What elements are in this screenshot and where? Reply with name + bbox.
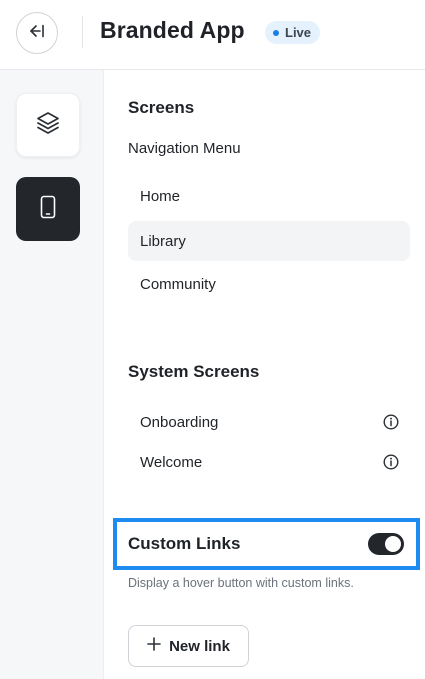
arrow-left-bar-icon [28,24,46,43]
custom-links-toggle[interactable] [368,533,404,555]
info-icon[interactable] [382,453,400,471]
mobile-icon [40,195,56,224]
new-link-button[interactable]: New link [128,625,249,667]
status-badge-label: Live [285,25,312,40]
system-item-onboarding[interactable]: Onboarding [128,404,410,440]
live-dot-icon [273,29,279,36]
sidebar-rail [0,70,104,679]
page-title: Branded App [100,17,245,43]
screens-panel: Screens Navigation Menu Home Library Com… [104,70,425,679]
system-item-label: Welcome [140,453,203,471]
status-badge: Live [265,21,321,44]
nav-item-home[interactable]: Home [128,176,410,216]
info-icon[interactable] [382,413,400,431]
header-divider [82,16,83,48]
layers-icon [35,110,61,141]
system-screens-section-title: System Screens [128,362,260,381]
navigation-menu-label: Navigation Menu [128,140,241,157]
nav-item-community[interactable]: Community [128,264,410,304]
sidebar-item-layers[interactable] [16,93,80,157]
plus-icon [147,637,161,655]
toggle-knob [385,536,401,552]
custom-links-row: Custom Links [113,518,420,570]
custom-links-helper-text: Display a hover button with custom links… [128,576,354,590]
system-item-welcome[interactable]: Welcome [128,444,410,480]
new-link-label: New link [169,637,230,655]
system-item-label: Onboarding [140,413,219,431]
collapse-back-button[interactable] [16,12,58,54]
screens-section-title: Screens [128,98,195,117]
sidebar-item-mobile[interactable] [16,177,80,241]
app-header: Branded App Live [0,0,425,70]
custom-links-label: Custom Links [128,534,241,553]
nav-item-library[interactable]: Library [128,221,410,261]
